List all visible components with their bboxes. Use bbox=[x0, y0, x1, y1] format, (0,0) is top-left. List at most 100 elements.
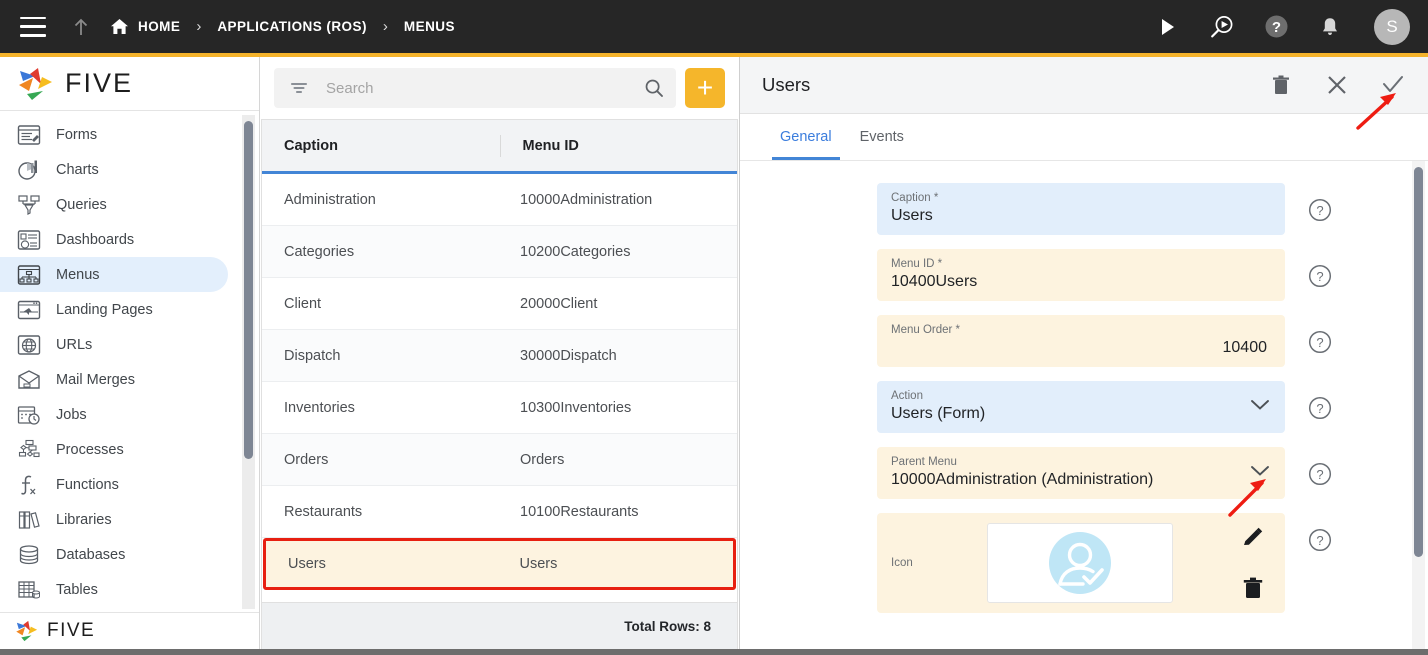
help-circle-icon[interactable]: ? bbox=[1307, 197, 1333, 223]
svg-text:?: ? bbox=[1316, 203, 1323, 218]
home-icon bbox=[110, 18, 129, 35]
cell-menu-id: 10300Inventories bbox=[520, 399, 632, 416]
sidebar-item-urls[interactable]: URLs bbox=[0, 327, 228, 362]
preview-search-icon[interactable] bbox=[1208, 13, 1236, 41]
search-box[interactable] bbox=[274, 68, 676, 108]
arrow-up-icon[interactable] bbox=[66, 12, 96, 42]
menu-id-field[interactable]: Menu ID * 10400Users bbox=[877, 249, 1285, 301]
filter-icon[interactable] bbox=[286, 81, 312, 95]
sidebar-item-queries[interactable]: Queries bbox=[0, 187, 228, 222]
sidebar-item-menus[interactable]: Menus bbox=[0, 257, 228, 292]
search-row: + bbox=[260, 57, 739, 119]
sidebar-item-tables[interactable]: Tables bbox=[0, 572, 228, 607]
total-rows-label: Total Rows: 8 bbox=[624, 618, 711, 634]
icon-preview[interactable] bbox=[987, 523, 1173, 603]
sidebar-item-dashboards[interactable]: Dashboards bbox=[0, 222, 228, 257]
sidebar-item-jobs[interactable]: Jobs bbox=[0, 397, 228, 432]
sidebar-item-forms[interactable]: Forms bbox=[0, 117, 228, 152]
detail-scrollbar-thumb[interactable] bbox=[1414, 167, 1423, 557]
jobs-icon bbox=[14, 404, 44, 426]
sidebar-item-landing-pages[interactable]: Landing Pages bbox=[0, 292, 228, 327]
table-row[interactable]: Dispatch 30000Dispatch bbox=[262, 330, 737, 382]
detail-tabs: General Events bbox=[740, 114, 1428, 161]
functions-icon bbox=[14, 474, 44, 496]
run-icon[interactable] bbox=[1154, 13, 1182, 41]
tab-label: Events bbox=[859, 129, 904, 145]
sidebar-scrollbar-thumb[interactable] bbox=[244, 121, 253, 459]
svg-text:?: ? bbox=[1316, 401, 1323, 416]
breadcrumb-item-menus[interactable]: MENUS bbox=[404, 19, 455, 34]
table-body: Administration 10000Administration Categ… bbox=[262, 174, 737, 602]
main-body: FIVE Forms Charts Queries Dashboards Men… bbox=[0, 57, 1428, 649]
add-record-button[interactable]: + bbox=[685, 68, 725, 108]
sidebar-item-libraries[interactable]: Libraries bbox=[0, 502, 228, 537]
help-circle-icon[interactable]: ? bbox=[1307, 461, 1333, 487]
notifications-bell-icon[interactable] bbox=[1316, 13, 1344, 41]
charts-icon bbox=[14, 159, 44, 181]
avatar[interactable]: S bbox=[1374, 8, 1410, 45]
page-title: Users bbox=[762, 74, 811, 95]
sidebar-item-functions[interactable]: Functions bbox=[0, 467, 228, 502]
parent-menu-select[interactable]: Parent Menu 10000Administration (Adminis… bbox=[877, 447, 1285, 499]
caption-field[interactable]: Caption * Users bbox=[877, 183, 1285, 235]
sidebar-item-charts[interactable]: Charts bbox=[0, 152, 228, 187]
help-icon[interactable]: ? bbox=[1262, 13, 1290, 41]
five-logo-icon bbox=[19, 67, 52, 100]
top-navigation-bar: HOME › APPLICATIONS (ROS) › MENUS ? S bbox=[0, 0, 1428, 53]
table-row[interactable]: Client 20000Client bbox=[262, 278, 737, 330]
cell-caption: Client bbox=[284, 295, 322, 312]
breadcrumb-item-home[interactable]: HOME bbox=[110, 18, 180, 35]
forms-icon bbox=[14, 124, 44, 146]
urls-icon bbox=[14, 334, 44, 356]
table-row[interactable]: Inventories 10300Inventories bbox=[262, 382, 737, 434]
table-row[interactable]: Categories 10200Categories bbox=[262, 226, 737, 278]
field-row-action: Action Users (Form) ? bbox=[740, 381, 1428, 433]
sidebar-footer-logo[interactable]: FIVE bbox=[0, 612, 259, 649]
hamburger-icon[interactable] bbox=[20, 16, 46, 37]
action-select[interactable]: Action Users (Form) bbox=[877, 381, 1285, 433]
help-circle-icon[interactable]: ? bbox=[1307, 527, 1333, 553]
cell-caption: Users bbox=[288, 556, 326, 572]
chevron-down-icon[interactable] bbox=[1250, 464, 1270, 482]
sidebar-item-label: Dashboards bbox=[56, 231, 135, 248]
sidebar-item-processes[interactable]: Processes bbox=[0, 432, 228, 467]
avatar-initial: S bbox=[1386, 16, 1398, 36]
search-icon[interactable] bbox=[640, 78, 668, 98]
search-input[interactable] bbox=[312, 78, 640, 98]
tables-icon bbox=[14, 579, 44, 601]
breadcrumb: HOME › APPLICATIONS (ROS) › MENUS bbox=[110, 18, 455, 35]
chevron-down-icon[interactable] bbox=[1250, 398, 1270, 416]
field-row-menu-order: Menu Order * 10400 ? bbox=[740, 315, 1428, 367]
breadcrumb-separator: › bbox=[382, 18, 388, 35]
help-circle-icon[interactable]: ? bbox=[1307, 263, 1333, 289]
breadcrumb-item-applications[interactable]: APPLICATIONS (ROS) bbox=[217, 19, 367, 34]
tab-events[interactable]: Events bbox=[846, 114, 918, 160]
detail-actions bbox=[1266, 70, 1408, 100]
table-row[interactable]: Restaurants 10100Restaurants bbox=[262, 486, 737, 538]
help-circle-icon[interactable]: ? bbox=[1307, 395, 1333, 421]
breadcrumb-separator: › bbox=[196, 18, 202, 35]
field-row-caption: Caption * Users ? bbox=[740, 183, 1428, 235]
sidebar-item-mail-merges[interactable]: Mail Merges bbox=[0, 362, 228, 397]
trash-icon[interactable] bbox=[1239, 574, 1267, 602]
delete-icon[interactable] bbox=[1266, 70, 1296, 100]
tab-general[interactable]: General bbox=[766, 114, 846, 160]
close-icon[interactable] bbox=[1322, 70, 1352, 100]
pencil-icon[interactable] bbox=[1239, 524, 1267, 552]
menu-order-field[interactable]: Menu Order * 10400 bbox=[877, 315, 1285, 367]
field-row-icon: Icon ? bbox=[740, 513, 1428, 613]
menus-icon bbox=[14, 264, 44, 286]
icon-field[interactable]: Icon bbox=[877, 513, 1285, 613]
field-row-menu-id: Menu ID * 10400Users ? bbox=[740, 249, 1428, 301]
column-header-menu-id[interactable]: Menu ID bbox=[499, 134, 738, 157]
help-circle-icon[interactable]: ? bbox=[1307, 329, 1333, 355]
breadcrumb-label: HOME bbox=[138, 19, 181, 34]
sidebar-item-label: Forms bbox=[56, 126, 98, 143]
table-row[interactable]: Orders Orders bbox=[262, 434, 737, 486]
table-row[interactable]: Administration 10000Administration bbox=[262, 174, 737, 226]
column-header-caption[interactable]: Caption bbox=[262, 138, 500, 154]
sidebar-logo[interactable]: FIVE bbox=[0, 57, 259, 111]
save-check-icon[interactable] bbox=[1378, 70, 1408, 100]
sidebar-item-databases[interactable]: Databases bbox=[0, 537, 228, 572]
table-row-selected[interactable]: Users Users bbox=[263, 538, 736, 590]
